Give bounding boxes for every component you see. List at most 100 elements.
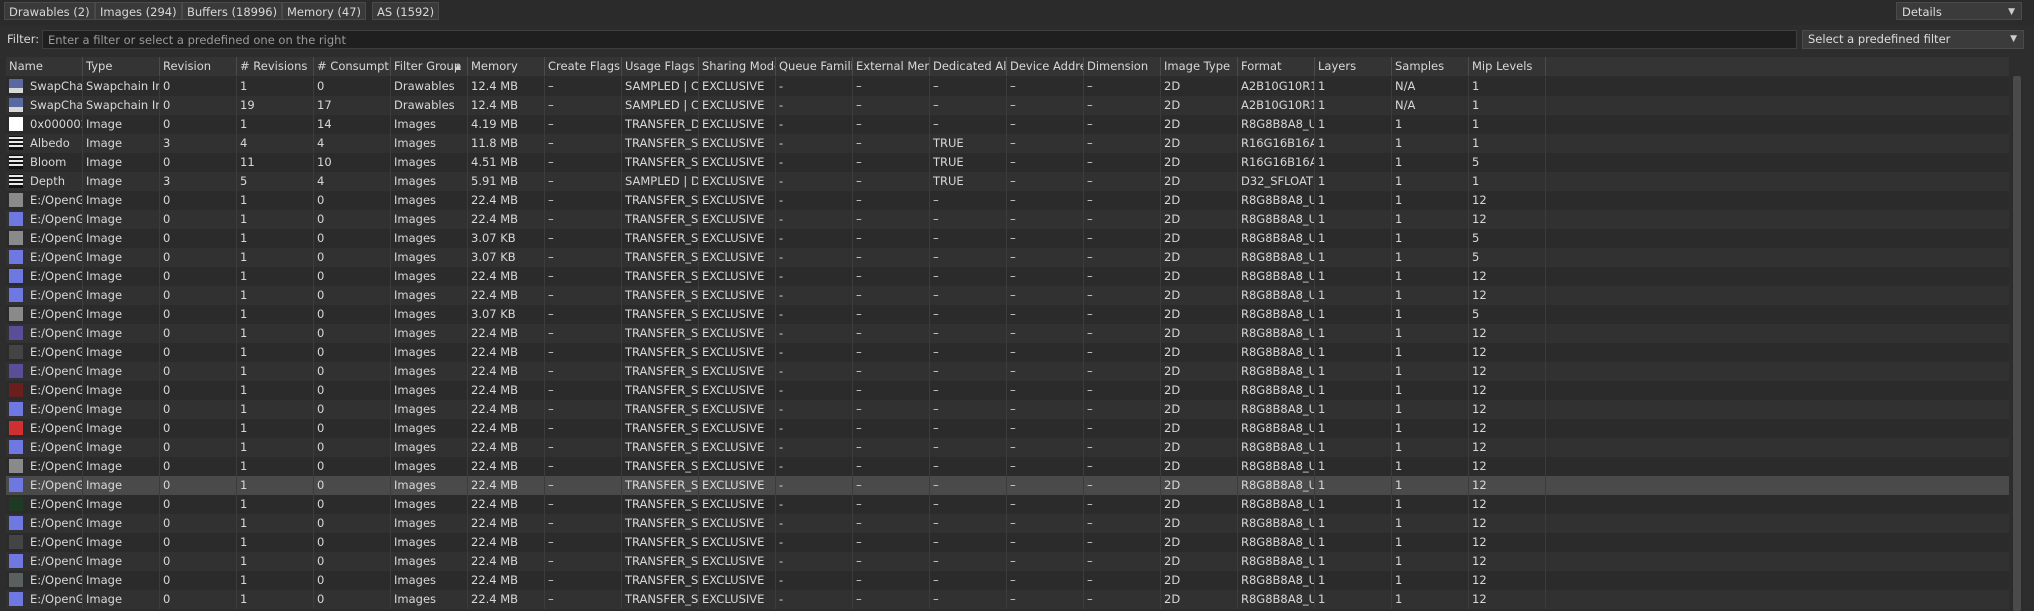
table-cell: –	[853, 210, 930, 229]
column-header[interactable]: Image Type	[1161, 57, 1238, 76]
table-row[interactable]: Albedo Image 3 4 4 Images 11.8 MB – TRANSFER_SR.…	[6, 134, 2009, 153]
table-row[interactable]: E:/OpenGL... Image 0 1 0 Images 22.4 MB – TRANSF…	[6, 419, 2009, 438]
table-row[interactable]: E:/OpenGL... Image 0 1 0 Images 22.4 MB – TRANSF…	[6, 533, 2009, 552]
column-header[interactable]: Dimension	[1084, 57, 1161, 76]
table-cell-text: –	[933, 440, 939, 454]
table-row[interactable]: SwapChain...Swapchain Ima... 0 19 17 Drawabl…	[6, 96, 2009, 115]
table-row[interactable]: E:/OpenGL... Image 0 1 0 Images 3.07 KB – TRANSF…	[6, 248, 2009, 267]
table-cell-text: 0	[317, 478, 325, 492]
filter-input[interactable]	[42, 30, 1797, 49]
table-cell: 5	[1469, 248, 1546, 267]
table-row[interactable]: E:/OpenGL... Image 0 1 0 Images 22.4 MB – TRANSF…	[6, 476, 2009, 495]
table-cell: –	[1007, 248, 1084, 267]
table-row[interactable]: SwapChain...Swapchain Ima... 0 1 0 Drawables…	[6, 77, 2009, 96]
predefined-filter-select[interactable]: Select a predefined filter ▼	[1802, 30, 2024, 49]
table-row[interactable]: E:/OpenGL... Image 0 1 0 Images 22.4 MB – TRANSF…	[6, 571, 2009, 590]
column-header[interactable]: Usage Flags	[622, 57, 699, 76]
table-cell: D32_SFLOAT	[1238, 172, 1315, 191]
table-cell-text: –	[548, 269, 554, 283]
tab-buffers[interactable]: Buffers (18996)	[182, 2, 283, 20]
column-header[interactable]: Dedicated Allocat	[930, 57, 1007, 76]
table-cell: –	[853, 96, 930, 115]
table-cell-text: 22.4 MB	[471, 554, 519, 568]
column-header[interactable]: Layers	[1315, 57, 1392, 76]
table-cell: 1	[237, 324, 314, 343]
column-header[interactable]: Create Flags	[545, 57, 622, 76]
column-header[interactable]: Memory	[468, 57, 545, 76]
column-header[interactable]: Filter Group ▲	[391, 57, 468, 76]
table-cell: 1	[1392, 115, 1469, 134]
table-cell-text: 1	[1318, 345, 1326, 359]
table-cell: 1	[1392, 134, 1469, 153]
table-cell: –	[930, 438, 1007, 457]
column-header[interactable]: Queue Families	[776, 57, 853, 76]
table-cell-text: 2D	[1164, 383, 1181, 397]
table-row[interactable]: E:/OpenGL... Image 0 1 0 Images 22.4 MB – TRANSF…	[6, 324, 2009, 343]
table-cell-text: –	[1010, 174, 1016, 188]
vertical-scrollbar[interactable]	[2011, 76, 2023, 611]
table-cell-text: 1	[1395, 117, 1403, 131]
table-row[interactable]: E:/OpenGL... Image 0 1 0 Images 22.4 MB – TRANSF…	[6, 590, 2009, 609]
column-header-label: Create Flags	[548, 59, 621, 73]
table-cell-text: –	[933, 497, 939, 511]
tab-memory[interactable]: Memory (47)	[282, 2, 367, 20]
table-cell-text: –	[1087, 535, 1093, 549]
table-row[interactable]: E:/OpenGL... Image 0 1 0 Images 22.4 MB – TRANSF…	[6, 210, 2009, 229]
column-header[interactable]: Device Address	[1007, 57, 1084, 76]
table-row[interactable]: E:/OpenGL... Image 0 1 0 Images 22.4 MB – TRANSF…	[6, 381, 2009, 400]
table-cell: –	[545, 533, 622, 552]
column-header[interactable]: External Memory T	[853, 57, 930, 76]
table-row[interactable]: BloomImage01110Images4.51 MB–TRANSFER_SR…	[6, 153, 2009, 172]
table-row[interactable]: E:/OpenGL... Image 0 1 0 Images 22.4 MB – TRANSF…	[6, 343, 2009, 362]
tab-images[interactable]: Images (294)	[95, 2, 182, 20]
scrollbar-thumb[interactable]	[2013, 76, 2021, 611]
tab-drawables[interactable]: Drawables (2)	[4, 2, 95, 20]
table-row[interactable]: E:/OpenGL... Image 0 1 0 Images 22.4 MB – TRANSF…	[6, 552, 2009, 571]
table-cell-text: TRUE	[933, 174, 964, 188]
table-cell-text: Image	[86, 269, 123, 283]
table-cell: -	[776, 343, 853, 362]
table-cell-text: TRANSFER_SR...	[625, 231, 699, 245]
table-cell: 1	[1392, 381, 1469, 400]
table-row[interactable]: E:/OpenGL... Image 0 1 0 Images 3.07 KB – TRANSF…	[6, 305, 2009, 324]
table-row[interactable]: E:/OpenGL... Image 0 1 0 Images 22.4 MB – TRANSF…	[6, 438, 2009, 457]
table-cell: 0	[160, 362, 237, 381]
column-header[interactable]: Revision	[160, 57, 237, 76]
table-row[interactable]: E:/OpenGL... Image 0 1 0 Images 22.4 MB – TRANSF…	[6, 514, 2009, 533]
table-row[interactable]: E:/OpenGL... Image 0 1 0 Images 22.4 MB – TRANSF…	[6, 457, 2009, 476]
table-row[interactable]: E:/OpenGL... Image 0 1 0 Images 3.07 KB – TRANSF…	[6, 229, 2009, 248]
table-cell: TRANSFER_SR...	[622, 419, 699, 438]
table-cell-text: –	[1087, 288, 1093, 302]
column-header[interactable]: # Revisions	[237, 57, 314, 76]
table-cell-text: -	[779, 288, 784, 302]
table-cell-text: 1	[240, 554, 248, 568]
table-cell: Images	[391, 172, 468, 191]
table-row[interactable]: E:/OpenGL... Image 0 1 0 Images 22.4 MB – TRANSF…	[6, 400, 2009, 419]
column-header[interactable]: Mip Levels	[1469, 57, 1546, 76]
table-row[interactable]: E:/OpenGL... Image 0 1 0 Images 22.4 MB – TRANSF…	[6, 495, 2009, 514]
table-cell-text: Images	[394, 269, 437, 283]
view-mode-select[interactable]: Details ▼	[1896, 2, 2022, 20]
tab-as[interactable]: AS (1592)	[372, 2, 440, 20]
table-row[interactable]: Depth Image 3 5 4 Images 5.91 MB – SAMPLED | DE.…	[6, 172, 2009, 191]
table-cell-text: 12	[1472, 288, 1487, 302]
table-cell-text: 0	[163, 554, 171, 568]
table-row[interactable]: E:/OpenGL... Image 0 1 0 Images 22.4 MB – TRANSF…	[6, 362, 2009, 381]
image-thumbnail-icon	[9, 402, 23, 416]
table-cell: -	[776, 571, 853, 590]
table-row[interactable]: E:/OpenGL... Image 0 1 0 Images 22.4 MB – TRANSF…	[6, 191, 2009, 210]
table-cell-text: 0	[163, 573, 171, 587]
column-header[interactable]: Type	[83, 57, 160, 76]
column-header[interactable]: Samples	[1392, 57, 1469, 76]
table-row[interactable]: E:/OpenGL... Image 0 1 0 Images 22.4 MB – TRANSF…	[6, 286, 2009, 305]
table-row[interactable]: 0x0000023... Image 0 1 14 Images 4.19 MB – TRANS…	[6, 115, 2009, 134]
table-row[interactable]: E:/OpenGL... Image 0 1 0 Images 22.4 MB – TRANSF…	[6, 267, 2009, 286]
column-header[interactable]: Format	[1238, 57, 1315, 76]
column-header[interactable]: Sharing Mode	[699, 57, 776, 76]
table-cell: -	[776, 210, 853, 229]
column-header[interactable]: # Consumptions	[314, 57, 391, 76]
table-cell-text: 0	[163, 516, 171, 530]
table-cell-text: 0	[163, 402, 171, 416]
table-cell-text: EXCLUSIVE	[702, 155, 765, 169]
column-header[interactable]: Name	[6, 57, 83, 76]
